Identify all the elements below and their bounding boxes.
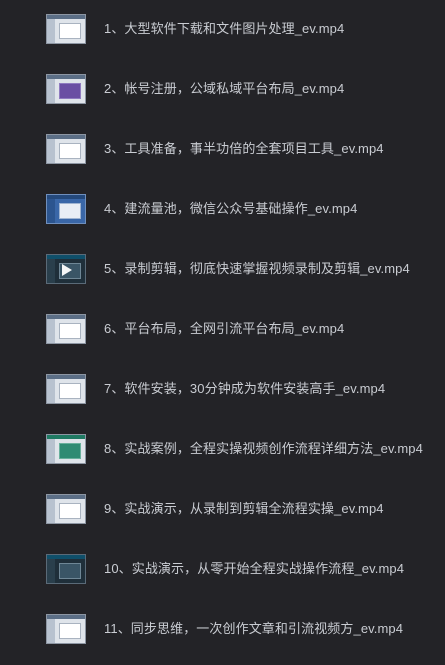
- file-item[interactable]: 2、帐号注册，公域私域平台布局_ev.mp4: [0, 69, 445, 109]
- file-item[interactable]: 8、实战案例，全程实操视频创作流程详细方法_ev.mp4: [0, 429, 445, 469]
- file-name: 9、实战演示，从录制到剪辑全流程实操_ev.mp4: [104, 501, 384, 516]
- play-icon: [62, 24, 72, 36]
- file-name: 2、帐号注册，公域私域平台布局_ev.mp4: [104, 81, 345, 96]
- file-name: 7、软件安装，30分钟成为软件安装高手_ev.mp4: [104, 381, 386, 396]
- video-thumbnail: [46, 134, 86, 164]
- file-item[interactable]: 11、同步思维，一次创作文章和引流视频方_ev.mp4: [0, 609, 445, 649]
- video-thumbnail: [46, 314, 86, 344]
- video-thumbnail: [46, 554, 86, 584]
- video-thumbnail: [46, 194, 86, 224]
- file-name: 1、大型软件下载和文件图片处理_ev.mp4: [104, 21, 345, 36]
- file-item[interactable]: 10、实战演示，从零开始全程实战操作流程_ev.mp4: [0, 549, 445, 589]
- file-name: 4、建流量池，微信公众号基础操作_ev.mp4: [104, 201, 358, 216]
- video-thumbnail: [46, 494, 86, 524]
- file-item[interactable]: 5、录制剪辑，彻底快速掌握视频录制及剪辑_ev.mp4: [0, 249, 445, 289]
- play-icon: [62, 384, 72, 396]
- file-item[interactable]: 3、工具准备，事半功倍的全套项目工具_ev.mp4: [0, 129, 445, 169]
- video-thumbnail: [46, 74, 86, 104]
- play-icon: [62, 264, 72, 276]
- video-thumbnail: [46, 614, 86, 644]
- video-thumbnail: [46, 434, 86, 464]
- file-item[interactable]: 9、实战演示，从录制到剪辑全流程实操_ev.mp4: [0, 489, 445, 529]
- file-item[interactable]: 7、软件安装，30分钟成为软件安装高手_ev.mp4: [0, 369, 445, 409]
- file-name: 5、录制剪辑，彻底快速掌握视频录制及剪辑_ev.mp4: [104, 261, 410, 276]
- file-name: 6、平台布局，全网引流平台布局_ev.mp4: [104, 321, 345, 336]
- file-name: 10、实战演示，从零开始全程实战操作流程_ev.mp4: [104, 561, 405, 576]
- file-name: 11、同步思维，一次创作文章和引流视频方_ev.mp4: [104, 621, 404, 636]
- video-thumbnail: [46, 14, 86, 44]
- file-list: 1、大型软件下载和文件图片处理_ev.mp4 2、帐号注册，公域私域平台布局_e…: [0, 0, 445, 665]
- file-name: 8、实战案例，全程实操视频创作流程详细方法_ev.mp4: [104, 441, 423, 456]
- video-thumbnail: [46, 374, 86, 404]
- file-name: 3、工具准备，事半功倍的全套项目工具_ev.mp4: [104, 141, 384, 156]
- file-item[interactable]: 6、平台布局，全网引流平台布局_ev.mp4: [0, 309, 445, 349]
- file-item[interactable]: 1、大型软件下载和文件图片处理_ev.mp4: [0, 9, 445, 49]
- video-thumbnail: [46, 254, 86, 284]
- file-item[interactable]: 4、建流量池，微信公众号基础操作_ev.mp4: [0, 189, 445, 229]
